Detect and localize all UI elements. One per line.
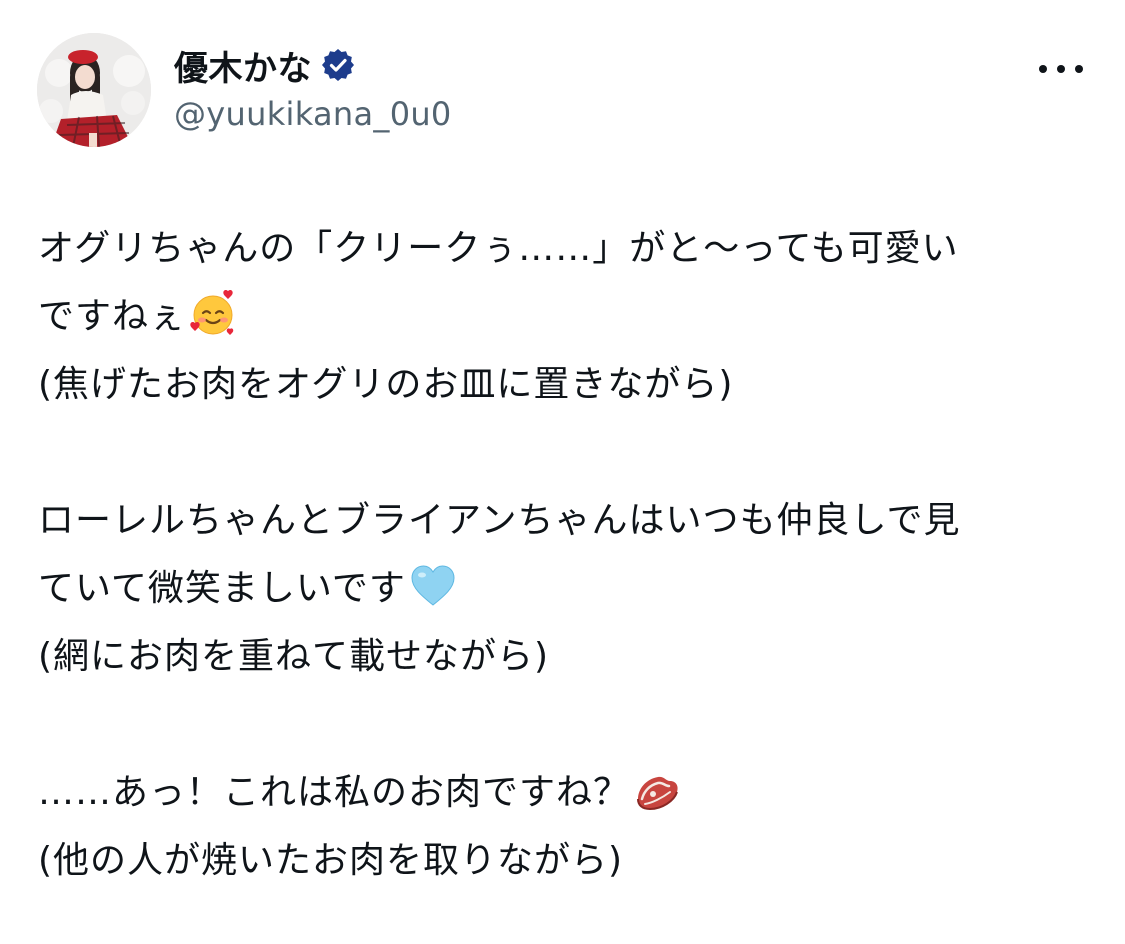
light-blue-heart-emoji	[408, 561, 458, 611]
text-line: (網にお肉を重ねて載せながら)	[38, 636, 550, 677]
more-dot	[1057, 65, 1065, 73]
paragraph-1: オグリちゃんの「クリークぅ……」がと〜っても可愛い ですねぇ (焦げたお肉をオグ…	[38, 215, 1103, 419]
more-dot	[1039, 65, 1047, 73]
smiling-face-with-hearts-emoji	[188, 289, 238, 339]
text-line-with-emoji: ですねぇ	[38, 283, 1103, 351]
text-line: ローレルちゃんとブライアンちゃんはいつも仲良しで見	[38, 500, 961, 541]
display-name-row: 優木かな	[174, 41, 452, 89]
paragraph-3: ……あっ！これは私のお肉ですね？ (他の人が焼いたお肉を取りながら)	[38, 759, 1103, 895]
text-line: (他の人が焼いたお肉を取りながら)	[38, 840, 624, 881]
avatar[interactable]	[37, 33, 151, 147]
display-name[interactable]: 優木かな	[174, 41, 312, 90]
paragraph-2: ローレルちゃんとブライアンちゃんはいつも仲良しで見 ていて微笑ましいです (網に…	[38, 487, 1103, 691]
text-line: (焦げたお肉をオグリのお皿に置きながら)	[38, 364, 734, 405]
text-segment: ……あっ！これは私のお肉ですね？	[38, 772, 631, 813]
avatar-photo	[37, 33, 151, 147]
author-names: 優木かな @yuukikana_0u0	[174, 41, 452, 134]
user-handle[interactable]: @yuukikana_0u0	[174, 95, 452, 133]
text-segment: ですねぇ	[38, 296, 187, 337]
tweet-header: 優木かな @yuukikana_0u0	[37, 33, 1097, 149]
cut-of-meat-emoji	[632, 765, 682, 815]
verified-badge-icon[interactable]	[320, 47, 356, 83]
text-line-with-emoji: ……あっ！これは私のお肉ですね？	[38, 759, 1103, 827]
more-dot	[1075, 65, 1083, 73]
more-horizontal-icon[interactable]	[1039, 59, 1083, 79]
text-line: オグリちゃんの「クリークぅ……」がと〜っても可愛い	[38, 228, 959, 269]
text-segment: ていて微笑ましいです	[38, 568, 406, 609]
text-line-with-emoji: ていて微笑ましいです	[38, 555, 1103, 623]
tweet-text: オグリちゃんの「クリークぅ……」がと〜っても可愛い ですねぇ (焦げたお肉をオグ…	[38, 215, 1103, 895]
